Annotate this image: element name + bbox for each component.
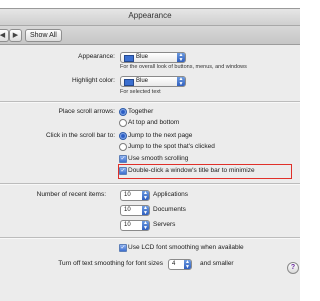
appearance-label: Appearance: bbox=[78, 53, 115, 60]
lcd-smoothing-checkbox[interactable]: ✓ bbox=[119, 244, 127, 252]
recent-servers-value: 10 bbox=[124, 222, 131, 228]
jump-to-spot-label[interactable]: Jump to the spot that's clicked bbox=[128, 143, 215, 150]
scroll-arrows-top-bottom-label[interactable]: At top and bottom bbox=[128, 119, 179, 126]
scroll-arrows-together-radio[interactable] bbox=[119, 108, 127, 116]
scroll-arrows-top-bottom-radio[interactable] bbox=[119, 119, 127, 127]
recent-applications-label: Applications bbox=[153, 191, 189, 198]
highlight-color-popup[interactable]: Blue ▲ ▼ bbox=[120, 76, 186, 87]
back-button[interactable]: ◀ bbox=[0, 29, 9, 42]
recent-items-label: Number of recent items: bbox=[36, 191, 106, 198]
recent-servers-popup[interactable]: 10 ▲ ▼ bbox=[120, 220, 150, 231]
highlight-help-text: For selected text bbox=[120, 89, 161, 95]
popup-arrows-icon: ▲ ▼ bbox=[142, 190, 149, 201]
jump-to-spot-radio[interactable] bbox=[119, 143, 127, 151]
title-bar[interactable]: Appearance bbox=[0, 9, 300, 26]
section-divider bbox=[0, 183, 300, 185]
recent-applications-value: 10 bbox=[124, 192, 131, 198]
popup-arrows-icon: ▲ ▼ bbox=[177, 76, 185, 87]
popup-arrows-icon: ▲ ▼ bbox=[142, 220, 149, 231]
popup-arrows-icon: ▲ ▼ bbox=[142, 205, 149, 216]
recent-documents-value: 10 bbox=[124, 207, 131, 213]
recent-documents-popup[interactable]: 10 ▲ ▼ bbox=[120, 205, 150, 216]
question-mark-icon: ? bbox=[290, 264, 296, 271]
preferences-window: Appearance ◀ ▶ Show All Appearance: Blue… bbox=[0, 8, 300, 301]
back-arrow-icon: ◀ bbox=[0, 32, 6, 39]
popup-arrows-icon: ▲ ▼ bbox=[184, 259, 191, 270]
scroll-arrows-together-label[interactable]: Together bbox=[128, 108, 153, 115]
show-all-button[interactable]: Show All bbox=[25, 29, 62, 42]
window-title: Appearance bbox=[128, 11, 172, 20]
jump-next-page-label[interactable]: Jump to the next page bbox=[128, 132, 192, 139]
section-divider bbox=[0, 101, 300, 103]
forward-button[interactable]: ▶ bbox=[9, 29, 22, 42]
recent-documents-label: Documents bbox=[153, 206, 186, 213]
toolbar: ◀ ▶ Show All bbox=[0, 26, 300, 45]
smooth-scrolling-label[interactable]: Use smooth scrolling bbox=[128, 155, 188, 162]
text-smoothing-label: Turn off text smoothing for font sizes bbox=[58, 260, 163, 267]
text-smoothing-suffix: and smaller bbox=[200, 260, 234, 267]
jump-next-page-radio[interactable] bbox=[119, 132, 127, 140]
appearance-value: Blue bbox=[136, 54, 149, 60]
smooth-scrolling-checkbox[interactable]: ✓ bbox=[119, 155, 127, 163]
popup-arrows-icon: ▲ ▼ bbox=[177, 52, 185, 63]
double-click-minimize-label[interactable]: Double-click a window's title bar to min… bbox=[128, 167, 255, 174]
highlight-color-value: Blue bbox=[136, 78, 149, 84]
double-click-minimize-checkbox[interactable]: ✓ bbox=[119, 167, 127, 175]
font-size-value: 4 bbox=[172, 261, 176, 267]
color-swatch-icon bbox=[124, 79, 134, 86]
lcd-smoothing-label[interactable]: Use LCD font smoothing when available bbox=[128, 244, 244, 251]
scroll-arrows-label: Place scroll arrows: bbox=[58, 108, 115, 115]
help-button[interactable]: ? bbox=[287, 262, 299, 274]
forward-arrow-icon: ▶ bbox=[12, 32, 19, 39]
recent-servers-label: Servers bbox=[153, 221, 176, 228]
appearance-help-text: For the overall look of buttons, menus, … bbox=[120, 64, 247, 70]
font-size-popup[interactable]: 4 ▲ ▼ bbox=[168, 259, 192, 270]
appearance-popup[interactable]: Blue ▲ ▼ bbox=[120, 52, 186, 63]
section-divider bbox=[0, 237, 300, 239]
highlight-color-label: Highlight color: bbox=[72, 77, 115, 84]
scroll-bar-click-label: Click in the scroll bar to: bbox=[46, 132, 115, 139]
color-swatch-icon bbox=[124, 55, 134, 62]
recent-applications-popup[interactable]: 10 ▲ ▼ bbox=[120, 190, 150, 201]
